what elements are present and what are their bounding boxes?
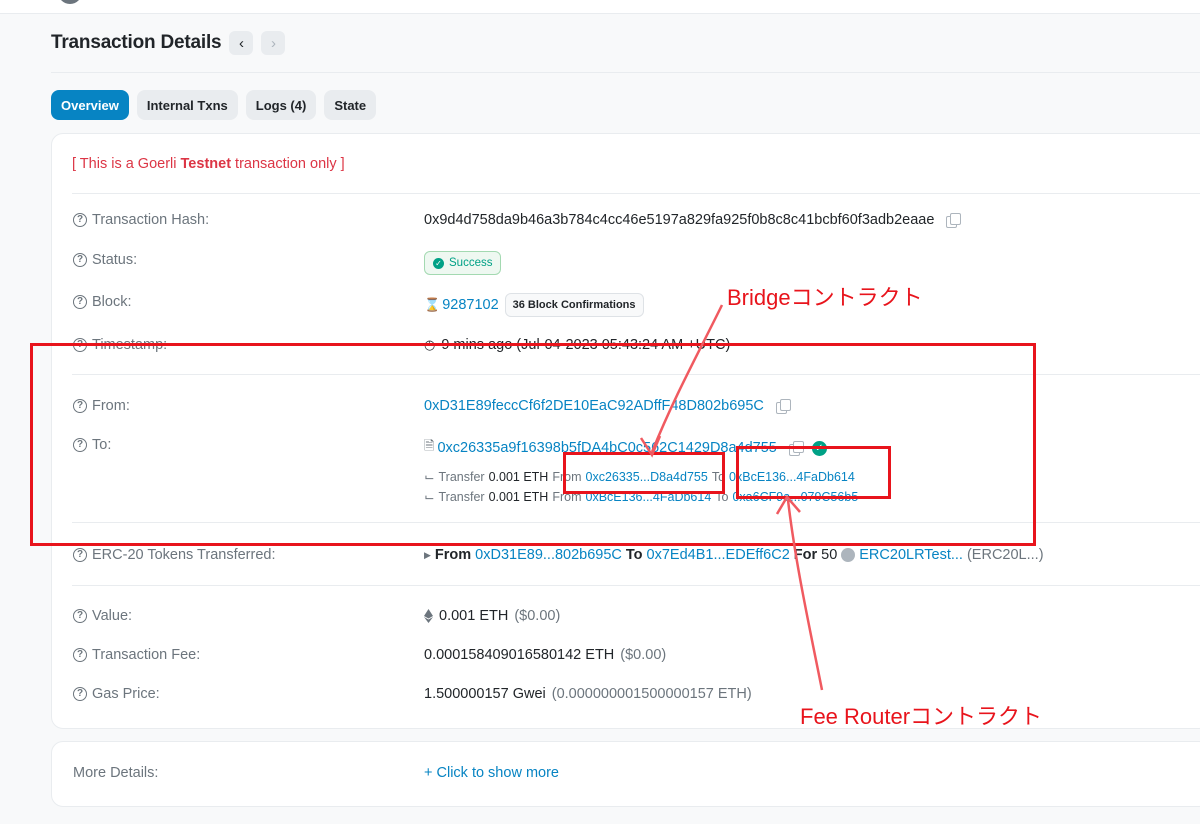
erc20-for-word: For: [793, 547, 818, 563]
divider: [51, 72, 1200, 73]
confirmations-badge: 36 Block Confirmations: [504, 293, 644, 317]
fee-amount: 0.000158409016580142 ETH: [424, 647, 615, 663]
erc20-label-text: ERC-20 Tokens Transferred:: [92, 547, 276, 563]
block-label: ? Block:: [73, 294, 132, 310]
block-label-text: Block:: [92, 294, 132, 310]
testnet-notice-prefix: [ This is a Goerli: [72, 156, 181, 172]
erc20-to-link[interactable]: 0x7Ed4B1...EDEff6C2: [647, 547, 790, 563]
next-transaction-button[interactable]: ›: [261, 31, 286, 55]
gas-eth: (0.000000001500000157 ETH): [551, 686, 752, 702]
more-details-label: More Details:: [73, 765, 159, 781]
chevron-right-icon: ›: [270, 34, 276, 52]
avatar[interactable]: [58, 0, 82, 4]
divider: [72, 585, 1200, 586]
show-more-link[interactable]: + Click to show more: [424, 765, 559, 781]
token-icon: [841, 548, 856, 562]
value-usd: ($0.00): [514, 608, 561, 624]
fee-value: 0.000158409016580142 ETH ($0.00): [424, 647, 666, 663]
value-value: 0.001 ETH ($0.00): [424, 608, 560, 624]
value-amount: 0.001 ETH: [439, 608, 509, 624]
erc20-token-link[interactable]: ERC20LRTest...: [859, 547, 963, 563]
fee-label-text: Transaction Fee:: [92, 647, 201, 663]
annotation-bridge-label: Bridgeコントラクト: [727, 285, 923, 310]
tab-state[interactable]: State: [324, 90, 377, 120]
question-icon[interactable]: ?: [73, 648, 87, 662]
page-title: Transaction Details: [51, 32, 222, 53]
more-details-card: [51, 741, 1200, 807]
hourglass-icon: ⌛: [424, 297, 441, 312]
status-badge: ✓ Success: [424, 251, 502, 275]
block-value: ⌛ 9287102 36 Block Confirmations: [424, 293, 644, 317]
tx-hash-value: 0x9d4d758da9b46a3b784c4cc46e5197a829fa92…: [424, 212, 962, 228]
tab-internal-txns[interactable]: Internal Txns: [136, 90, 238, 120]
tab-logs[interactable]: Logs (4): [245, 90, 317, 120]
testnet-notice-bold: Testnet: [180, 156, 232, 172]
tx-hash-label: ? Transaction Hash:: [73, 212, 209, 228]
question-icon[interactable]: ?: [73, 609, 87, 623]
tab-overview[interactable]: Overview: [51, 90, 129, 120]
question-icon[interactable]: ?: [73, 213, 87, 227]
question-icon[interactable]: ?: [73, 548, 87, 562]
annotation-fee-router-label: Fee Routerコントラクト: [800, 704, 1043, 729]
fee-label: ? Transaction Fee:: [73, 647, 200, 663]
question-icon[interactable]: ?: [73, 687, 87, 701]
status-label-text: Status:: [92, 252, 138, 268]
tab-bar: Overview Internal Txns Logs (4) State: [51, 90, 377, 120]
prev-transaction-button[interactable]: ‹: [229, 31, 254, 55]
ethereum-icon: [424, 609, 433, 623]
caret-right-icon[interactable]: ▶: [424, 550, 431, 561]
erc20-to-word: To: [625, 547, 643, 563]
question-icon[interactable]: ?: [73, 295, 87, 309]
erc20-from-link[interactable]: 0xD31E89...802b695C: [475, 547, 622, 563]
erc20-amount: 50: [821, 547, 838, 563]
page-header: Transaction Details ‹ ›: [51, 28, 286, 58]
annotation-box-fee-router: [736, 446, 891, 499]
fee-usd: ($0.00): [620, 647, 667, 663]
erc20-token-symbol: (ERC20L...): [966, 547, 1044, 563]
status-text: Success: [449, 257, 493, 269]
gas-value: 1.500000157 Gwei (0.000000001500000157 E…: [424, 686, 752, 702]
top-navbar: [0, 0, 1200, 14]
erc20-label: ? ERC-20 Tokens Transferred:: [73, 547, 275, 563]
more-details-value: + Click to show more: [424, 765, 559, 781]
erc20-from-word: From: [434, 547, 472, 563]
tx-hash-text: 0x9d4d758da9b46a3b784c4cc46e5197a829fa92…: [424, 212, 935, 228]
annotation-box-bridge: [563, 452, 725, 494]
status-value: ✓ Success: [424, 251, 502, 275]
gas-amount: 1.500000157 Gwei: [424, 686, 546, 702]
testnet-notice: [ This is a Goerli Testnet transaction o…: [72, 156, 345, 172]
testnet-notice-suffix: transaction only ]: [231, 156, 345, 172]
question-icon[interactable]: ?: [73, 253, 87, 267]
chevron-left-icon: ‹: [238, 34, 244, 52]
value-label-text: Value:: [92, 608, 133, 624]
gas-label-text: Gas Price:: [92, 686, 160, 702]
tx-hash-label-text: Transaction Hash:: [92, 212, 210, 228]
value-label: ? Value:: [73, 608, 132, 624]
divider: [72, 193, 1200, 194]
copy-icon[interactable]: [946, 213, 962, 228]
block-number-link[interactable]: 9287102: [442, 297, 498, 313]
annotation-box-from-to: [30, 343, 1036, 546]
gas-label: ? Gas Price:: [73, 686, 160, 702]
erc20-value: ▶ From 0xD31E89...802b695C To 0x7Ed4B1..…: [424, 547, 1044, 563]
check-circle-icon: ✓: [433, 257, 444, 269]
status-label: ? Status:: [73, 252, 137, 268]
